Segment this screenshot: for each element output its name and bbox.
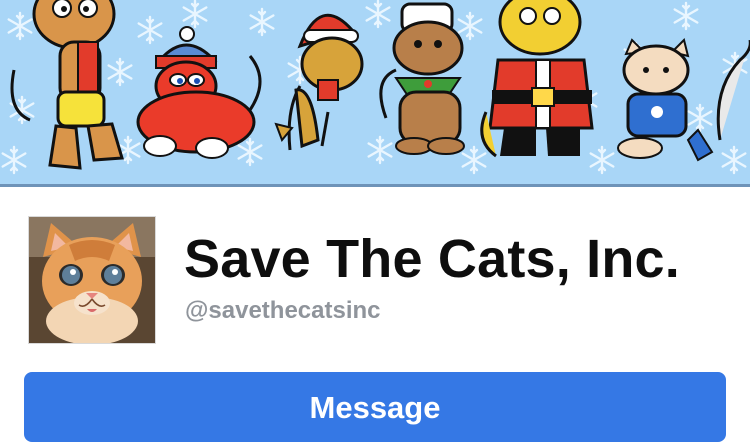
- message-button[interactable]: Message: [24, 372, 726, 442]
- cover-photo[interactable]: [0, 0, 750, 187]
- holiday-cats-banner-icon: [0, 0, 750, 187]
- kitten-avatar-icon: [29, 217, 155, 343]
- profile-avatar[interactable]: [28, 216, 156, 344]
- page-handle[interactable]: @savethecatsinc: [185, 296, 381, 326]
- page-title: Save The Cats, Inc.: [184, 229, 680, 289]
